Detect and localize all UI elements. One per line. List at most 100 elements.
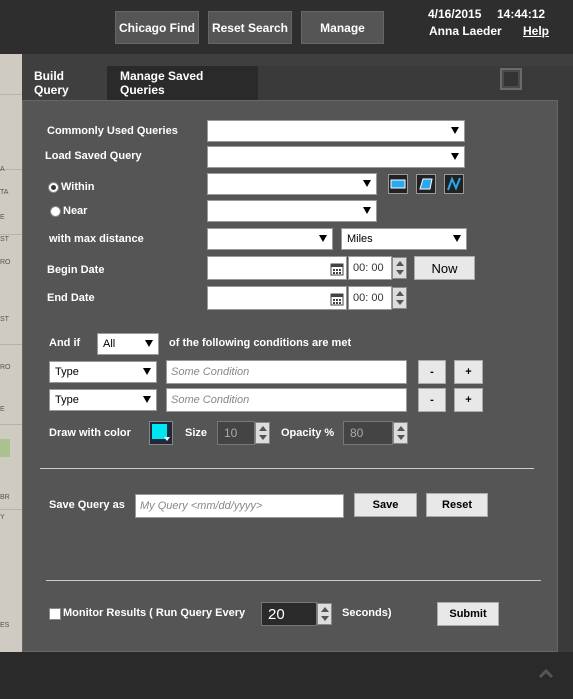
within-label: Within bbox=[61, 181, 95, 193]
chevron-down-icon bbox=[363, 180, 371, 187]
monitor-interval-input[interactable]: 20 bbox=[261, 602, 317, 626]
reset-button[interactable]: Reset bbox=[426, 493, 488, 517]
and-if-label: And if bbox=[49, 337, 81, 349]
help-link[interactable]: Help bbox=[523, 24, 549, 38]
map-background[interactable]: A TA E ST RO ST RO E BR Y ES bbox=[0, 54, 22, 652]
opacity-stepper[interactable] bbox=[393, 422, 408, 444]
size-label: Size bbox=[185, 427, 208, 439]
chicago-find-button[interactable]: Chicago Find bbox=[115, 11, 199, 44]
chevron-down-icon bbox=[143, 368, 151, 375]
begin-date-input[interactable] bbox=[207, 256, 347, 280]
add-condition-button[interactable]: + bbox=[454, 360, 483, 384]
top-bar: Chicago Find Reset Search Manage 4/16/20… bbox=[0, 0, 573, 54]
condition-type-select[interactable]: Type bbox=[49, 361, 157, 383]
color-picker-button[interactable] bbox=[149, 421, 173, 445]
line-icon bbox=[447, 176, 461, 191]
spin-down-icon[interactable] bbox=[259, 435, 267, 440]
monitor-label: Monitor Results ( Run Query Every bbox=[63, 607, 246, 619]
load-saved-label: Load Saved Query bbox=[45, 150, 142, 162]
tab-bar: Build Query Manage Saved Queries bbox=[22, 66, 573, 100]
monitor-checkbox[interactable] bbox=[49, 608, 61, 620]
save-query-label: Save Query as bbox=[49, 499, 125, 511]
save-query-input[interactable]: My Query <mm/dd/yyyy> bbox=[135, 494, 344, 518]
calendar-icon[interactable] bbox=[330, 262, 344, 276]
submit-button[interactable]: Submit bbox=[437, 602, 499, 626]
begin-time-input[interactable]: 00: 00 bbox=[348, 256, 392, 280]
begin-date-label: Begin Date bbox=[47, 264, 105, 276]
map-label: RO bbox=[0, 259, 11, 266]
size-stepper[interactable] bbox=[255, 422, 270, 444]
draw-rectangle-button[interactable] bbox=[388, 174, 408, 194]
conditions-suffix-label: of the following conditions are met bbox=[169, 337, 352, 349]
current-time: 14:44:12 bbox=[497, 7, 546, 21]
condition-input[interactable]: Some Condition bbox=[166, 360, 407, 384]
monitor-interval-stepper[interactable] bbox=[317, 603, 332, 625]
end-time-stepper[interactable] bbox=[392, 287, 407, 309]
reset-search-button[interactable]: Reset Search bbox=[208, 11, 292, 44]
now-button[interactable]: Now bbox=[414, 256, 475, 280]
within-select[interactable] bbox=[207, 173, 377, 195]
near-label: Near bbox=[63, 205, 88, 217]
chevron-down-icon bbox=[319, 235, 327, 242]
chevron-up-icon[interactable] bbox=[538, 666, 554, 682]
window-icon[interactable] bbox=[500, 68, 522, 90]
remove-condition-button[interactable]: - bbox=[418, 388, 446, 412]
spin-up-icon[interactable] bbox=[397, 426, 405, 431]
distance-unit-select[interactable]: Miles bbox=[341, 228, 467, 250]
commonly-used-select[interactable] bbox=[207, 120, 465, 142]
map-label: TA bbox=[0, 189, 9, 196]
and-if-select[interactable]: All bbox=[97, 333, 159, 355]
chevron-down-icon bbox=[451, 153, 459, 160]
draw-line-button[interactable] bbox=[444, 174, 464, 194]
save-button[interactable]: Save bbox=[354, 493, 417, 517]
map-label: ST bbox=[0, 236, 9, 243]
opacity-label: Opacity % bbox=[281, 427, 335, 439]
opacity-input[interactable]: 80 bbox=[343, 421, 393, 445]
map-label: A bbox=[0, 166, 5, 173]
chevron-down-icon bbox=[453, 235, 461, 242]
spin-down-icon[interactable] bbox=[396, 300, 404, 305]
condition-type-select[interactable]: Type bbox=[49, 389, 157, 411]
end-date-input[interactable] bbox=[207, 286, 347, 310]
max-distance-select[interactable] bbox=[207, 228, 333, 250]
draw-polygon-button[interactable] bbox=[416, 174, 436, 194]
map-label: E bbox=[0, 406, 5, 413]
spin-down-icon[interactable] bbox=[397, 435, 405, 440]
chevron-down-icon bbox=[145, 340, 153, 347]
draw-color-label: Draw with color bbox=[49, 427, 131, 439]
chevron-down-icon bbox=[164, 437, 170, 441]
chevron-down-icon bbox=[451, 127, 459, 134]
spin-up-icon[interactable] bbox=[321, 607, 329, 612]
spin-up-icon[interactable] bbox=[396, 261, 404, 266]
end-date-label: End Date bbox=[47, 292, 95, 304]
map-label: ST bbox=[0, 316, 9, 323]
add-condition-button[interactable]: + bbox=[454, 388, 483, 412]
map-label: Y bbox=[0, 514, 5, 521]
chevron-down-icon bbox=[363, 207, 371, 214]
size-input[interactable]: 10 bbox=[217, 421, 255, 445]
max-distance-label: with max distance bbox=[49, 233, 144, 245]
end-time-input[interactable]: 00: 00 bbox=[348, 286, 392, 310]
condition-input[interactable]: Some Condition bbox=[166, 388, 407, 412]
map-label: E bbox=[0, 214, 5, 221]
spin-up-icon[interactable] bbox=[259, 426, 267, 431]
current-date: 4/16/2015 bbox=[428, 7, 482, 21]
near-select[interactable] bbox=[207, 200, 377, 222]
near-radio[interactable] bbox=[50, 206, 61, 217]
begin-time-stepper[interactable] bbox=[392, 257, 407, 279]
divider bbox=[46, 580, 541, 581]
tab-build-query[interactable]: Build Query bbox=[22, 66, 108, 100]
tab-manage-saved-queries[interactable]: Manage Saved Queries bbox=[108, 66, 258, 100]
polygon-icon bbox=[419, 178, 433, 190]
spin-down-icon[interactable] bbox=[321, 616, 329, 621]
spin-up-icon[interactable] bbox=[396, 291, 404, 296]
load-saved-select[interactable] bbox=[207, 146, 465, 168]
manage-button[interactable]: Manage bbox=[301, 11, 384, 44]
calendar-icon[interactable] bbox=[330, 292, 344, 306]
divider bbox=[40, 468, 534, 469]
rectangle-icon bbox=[390, 179, 406, 189]
remove-condition-button[interactable]: - bbox=[418, 360, 446, 384]
map-label: BR bbox=[0, 494, 10, 501]
within-radio[interactable] bbox=[48, 182, 59, 193]
spin-down-icon[interactable] bbox=[396, 270, 404, 275]
